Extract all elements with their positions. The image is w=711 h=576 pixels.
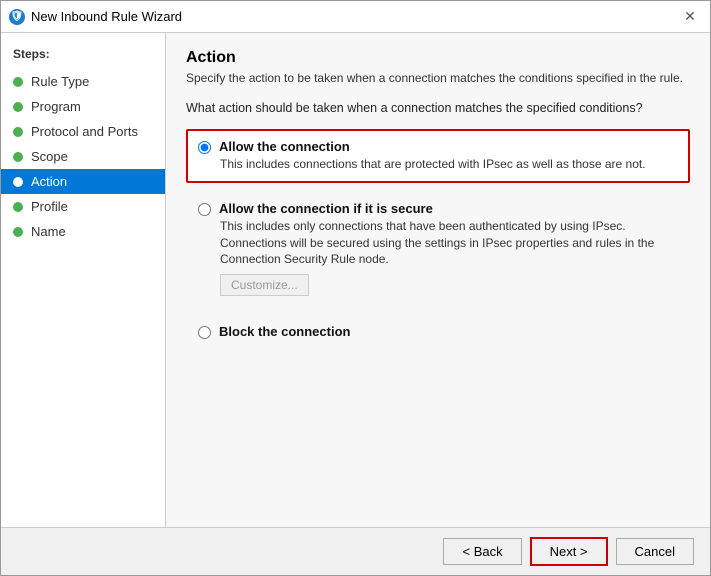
option-row-2: Allow the connection if it is secure [198, 201, 678, 216]
step-dot-2 [13, 102, 23, 112]
step-dot-1 [13, 77, 23, 87]
footer: < Back Next > Cancel [1, 527, 710, 575]
option-label-3[interactable]: Block the connection [219, 324, 350, 339]
sidebar-label-5: Action [31, 174, 67, 189]
sidebar: Steps: Rule Type Program Protocol and Po… [1, 33, 166, 527]
sidebar-item-name[interactable]: Name [1, 219, 165, 244]
sidebar-label-7: Name [31, 224, 66, 239]
sidebar-item-rule-type[interactable]: Rule Type [1, 69, 165, 94]
page-subtitle: Specify the action to be taken when a co… [186, 71, 690, 85]
sidebar-item-program[interactable]: Program [1, 94, 165, 119]
option-block-allow-secure: Allow the connection if it is secure Thi… [186, 191, 690, 306]
sidebar-item-profile[interactable]: Profile [1, 194, 165, 219]
radio-allow-secure[interactable] [198, 203, 211, 216]
sidebar-label-4: Scope [31, 149, 68, 164]
content-area: Steps: Rule Type Program Protocol and Po… [1, 33, 710, 527]
option-desc-1: This includes connections that are prote… [220, 156, 678, 173]
page-title: Action [186, 49, 690, 67]
option-desc-2: This includes only connections that have… [220, 218, 678, 268]
step-dot-7 [13, 227, 23, 237]
sidebar-header: Steps: [1, 43, 165, 69]
title-bar-left: 🛡 New Inbound Rule Wizard [9, 9, 182, 25]
main-panel: Action Specify the action to be taken wh… [166, 33, 710, 527]
title-bar: 🛡 New Inbound Rule Wizard ✕ [1, 1, 710, 33]
sidebar-label-3: Protocol and Ports [31, 124, 138, 139]
option-label-2[interactable]: Allow the connection if it is secure [219, 201, 433, 216]
option-row-1: Allow the connection [198, 139, 678, 154]
option-block-block: Block the connection [186, 314, 690, 349]
sidebar-label-2: Program [31, 99, 81, 114]
sidebar-item-action[interactable]: Action [1, 169, 165, 194]
option-label-1[interactable]: Allow the connection [219, 139, 350, 154]
sidebar-item-protocol-ports[interactable]: Protocol and Ports [1, 119, 165, 144]
radio-block[interactable] [198, 326, 211, 339]
step-dot-3 [13, 127, 23, 137]
window-icon: 🛡 [9, 9, 25, 25]
option-block-allow: Allow the connection This includes conne… [186, 129, 690, 183]
step-dot-4 [13, 152, 23, 162]
step-dot-5 [13, 177, 23, 187]
question-text: What action should be taken when a conne… [186, 101, 690, 115]
sidebar-label-1: Rule Type [31, 74, 89, 89]
back-button[interactable]: < Back [443, 538, 521, 565]
step-dot-6 [13, 202, 23, 212]
radio-allow[interactable] [198, 141, 211, 154]
sidebar-item-scope[interactable]: Scope [1, 144, 165, 169]
next-button[interactable]: Next > [530, 537, 608, 566]
sidebar-label-6: Profile [31, 199, 68, 214]
close-button[interactable]: ✕ [678, 5, 702, 29]
option-row-3: Block the connection [198, 324, 678, 339]
customize-button[interactable]: Customize... [220, 274, 309, 296]
cancel-button[interactable]: Cancel [616, 538, 694, 565]
main-window: 🛡 New Inbound Rule Wizard ✕ Steps: Rule … [0, 0, 711, 576]
window-title: New Inbound Rule Wizard [31, 9, 182, 24]
